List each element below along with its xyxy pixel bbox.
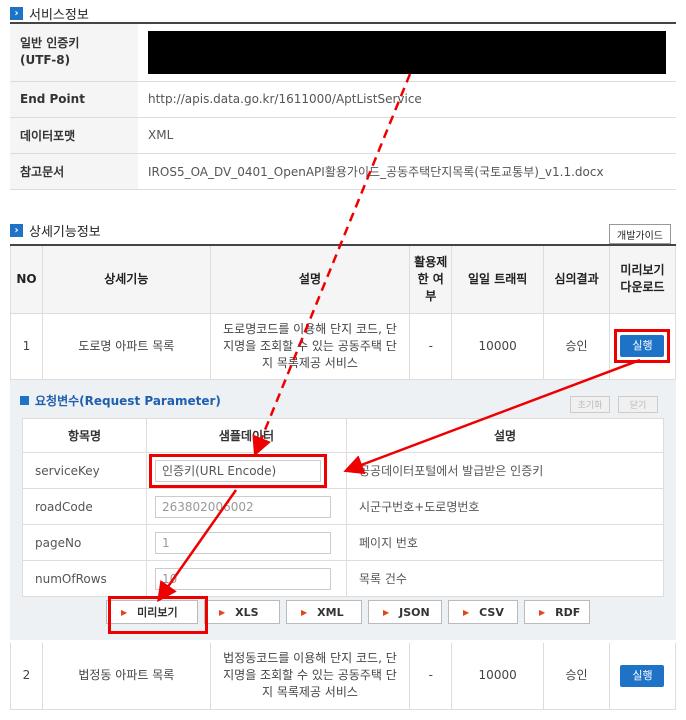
info-row-format: 데이터포맷 XML [10, 117, 676, 154]
rdf-label: RDF [555, 605, 581, 619]
param-name: numOfRows [22, 560, 147, 597]
play-icon: ▶ [539, 607, 546, 617]
info-row-doc: 참고문서 IROS5_OA_DV_0401_OpenAPI활용가이드_공동주택단… [10, 153, 676, 190]
param-sample-cell: 10 [146, 560, 347, 597]
param-table: 항목명 샘플데이터 설명 serviceKey 인증키(URL Encode) … [22, 418, 664, 597]
service-info-title: 서비스정보 [29, 8, 89, 23]
table-row: roadCode 263802006002 시군구번호+도로명번호 [22, 488, 664, 525]
request-panel: 요청변수(Request Parameter) 초기화 닫기 항목명 샘플데이터… [10, 380, 676, 640]
param-desc: 페이지 번호 [346, 524, 664, 561]
table-row: 2 법정동 아파트 목록 법정동코드를 이용해 단지 코드, 단 지명을 조회할… [10, 643, 677, 710]
param-sample-cell: 인증키(URL Encode) [146, 452, 347, 489]
row-func: 도로명 아파트 목록 [41, 313, 211, 380]
row-desc: 법정동코드를 이용해 단지 코드, 단 지명을 조회할 수 있는 공동주택 단 … [209, 643, 411, 710]
info-format-value: XML [138, 117, 676, 154]
request-title-text: 요청변수(Request Parameter) [35, 394, 221, 408]
format-button-bar: ▶ 미리보기 ▶ XLS ▶ XML ▶ JSON ▶ CSV ▶ RDF [106, 600, 590, 624]
row-review: 승인 [543, 643, 610, 710]
service-key-highlight: 인증키(URL Encode) [149, 453, 327, 488]
info-key-label: 일반 인증키 (UTF-8) [10, 23, 138, 82]
row-traffic: 10000 [451, 643, 545, 710]
num-of-rows-input[interactable]: 10 [155, 567, 331, 590]
run-button[interactable]: 실행 [620, 664, 665, 687]
table-row: serviceKey 인증키(URL Encode) 공공데이터포털에서 발급받… [22, 452, 664, 489]
request-title: 요청변수(Request Parameter) [20, 392, 221, 409]
csv-button[interactable]: ▶ CSV [448, 600, 518, 624]
play-icon: ▶ [383, 607, 390, 617]
param-desc: 목록 건수 [346, 560, 664, 597]
xls-label: XLS [235, 605, 259, 619]
rdf-button[interactable]: ▶ RDF [524, 600, 590, 624]
param-desc: 시군구번호+도로명번호 [346, 488, 664, 525]
info-endpoint-value: http://apis.data.go.kr/1611000/AptListSe… [138, 81, 676, 118]
row-action: 실행 [608, 643, 677, 710]
chevron-right-icon: › [10, 224, 23, 237]
service-info-heading: › 서비스정보 [10, 4, 89, 23]
json-label: JSON [399, 605, 430, 619]
row-review: 승인 [543, 313, 610, 380]
row-desc: 도로명코드를 이용해 단지 코드, 단 지명을 조회할 수 있는 공동주택 단 … [209, 313, 411, 380]
square-bullet-icon [20, 396, 29, 405]
col-review: 심의결과 [543, 244, 610, 314]
col-no: NO [10, 244, 43, 314]
row-limit: - [409, 313, 453, 380]
param-name: roadCode [22, 488, 147, 525]
detail-info-heading: › 상세기능정보 [10, 221, 101, 240]
param-sample-cell: 1 [146, 524, 347, 561]
col-func: 상세기능 [41, 244, 211, 314]
preview-label: 미리보기 [137, 606, 178, 619]
close-button[interactable]: 닫기 [618, 396, 658, 413]
info-doc-label: 참고문서 [10, 153, 138, 190]
param-col-desc: 설명 [346, 418, 664, 453]
info-doc-value[interactable]: IROS5_OA_DV_0401_OpenAPI활용가이드_공동주택단지목록(국… [138, 153, 676, 190]
col-traffic: 일일 트래픽 [451, 244, 545, 314]
detail-header-row: NO 상세기능 설명 활용제 한 여 부 일일 트래픽 심의결과 미리보기 다운… [10, 244, 677, 314]
row-no: 1 [10, 313, 43, 380]
service-info-table: 일반 인증키 (UTF-8) End Point http://apis.dat… [10, 22, 676, 190]
col-limit: 활용제 한 여 부 [409, 244, 453, 314]
xml-label: XML [317, 605, 344, 619]
row-traffic: 10000 [451, 313, 545, 380]
xls-button[interactable]: ▶ XLS [204, 600, 280, 624]
param-desc: 공공데이터포털에서 발급받은 인증키 [346, 452, 664, 489]
play-icon: ▶ [219, 607, 226, 617]
detail-info-title: 상세기능정보 [29, 225, 101, 240]
info-row-endpoint: End Point http://apis.data.go.kr/1611000… [10, 81, 676, 118]
table-row: numOfRows 10 목록 건수 [22, 560, 664, 597]
row-no: 2 [10, 643, 43, 710]
param-name: serviceKey [22, 452, 147, 489]
param-header-row: 항목명 샘플데이터 설명 [22, 418, 664, 453]
road-code-input[interactable]: 263802006002 [155, 495, 331, 518]
page-no-input[interactable]: 1 [155, 531, 331, 554]
table-row: pageNo 1 페이지 번호 [22, 524, 664, 561]
param-col-sample: 샘플데이터 [146, 418, 347, 453]
redacted-key [148, 30, 666, 74]
row-limit: - [409, 643, 453, 710]
info-key-value [138, 23, 676, 82]
row-action: 실행 [608, 313, 677, 380]
play-icon: ▶ [301, 607, 308, 617]
info-format-label: 데이터포맷 [10, 117, 138, 154]
csv-label: CSV [479, 605, 504, 619]
chevron-right-icon: › [10, 7, 23, 20]
col-desc: 설명 [209, 244, 411, 314]
param-sample-cell: 263802006002 [146, 488, 347, 525]
param-col-name: 항목명 [22, 418, 147, 453]
table-row: 1 도로명 아파트 목록 도로명코드를 이용해 단지 코드, 단 지명을 조회할… [10, 313, 677, 380]
json-button[interactable]: ▶ JSON [368, 600, 442, 624]
play-icon: ▶ [463, 607, 470, 617]
info-endpoint-label: End Point [10, 81, 138, 118]
col-preview: 미리보기 다운로드 [608, 244, 677, 314]
run-button[interactable]: 실행 [620, 335, 665, 357]
preview-button[interactable]: ▶ 미리보기 [106, 600, 198, 624]
reset-button[interactable]: 초기화 [570, 396, 610, 413]
service-key-input[interactable]: 인증키(URL Encode) [155, 459, 321, 482]
run-highlight: 실행 [614, 329, 671, 363]
param-name: pageNo [22, 524, 147, 561]
xml-button[interactable]: ▶ XML [286, 600, 362, 624]
row-func: 법정동 아파트 목록 [41, 643, 211, 710]
info-row-key: 일반 인증키 (UTF-8) [10, 23, 676, 82]
play-icon: ▶ [121, 607, 128, 617]
dev-guide-button[interactable]: 개발가이드 [609, 224, 671, 244]
